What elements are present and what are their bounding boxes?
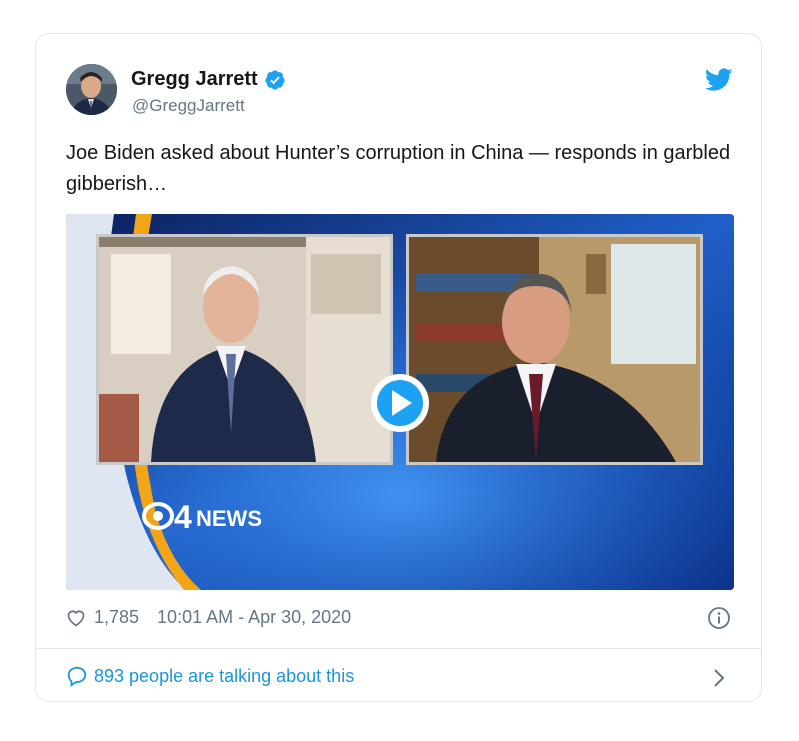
network-number: 4	[174, 499, 192, 535]
tweet-card[interactable]: Gregg Jarrett @GreggJarrett Joe Biden as…	[35, 33, 762, 702]
talking-count[interactable]: 893 people are talking about this	[94, 666, 354, 687]
verified-badge-icon	[265, 69, 285, 90]
speech-bubble-icon	[67, 666, 87, 687]
heart-icon[interactable]	[66, 608, 86, 628]
avatar[interactable]	[66, 64, 117, 115]
conversation-link[interactable]: 893 people are talking about this	[66, 665, 354, 687]
author-handle[interactable]: @GreggJarrett	[132, 96, 245, 116]
chevron-right-icon[interactable]	[712, 667, 726, 689]
info-icon[interactable]	[707, 606, 731, 630]
video-thumbnail[interactable]: 4 NEWS	[66, 214, 734, 590]
like-count[interactable]: 1,785	[94, 607, 139, 628]
author-name[interactable]: Gregg Jarrett	[131, 68, 258, 91]
tweet-timestamp[interactable]: 10:01 AM - Apr 30, 2020	[157, 607, 351, 628]
network-label: NEWS	[196, 506, 262, 531]
twitter-bird-icon[interactable]	[705, 68, 733, 92]
divider	[36, 648, 761, 649]
tweet-text: Joe Biden asked about Hunter’s corruptio…	[66, 142, 731, 195]
play-button[interactable]	[371, 374, 429, 432]
